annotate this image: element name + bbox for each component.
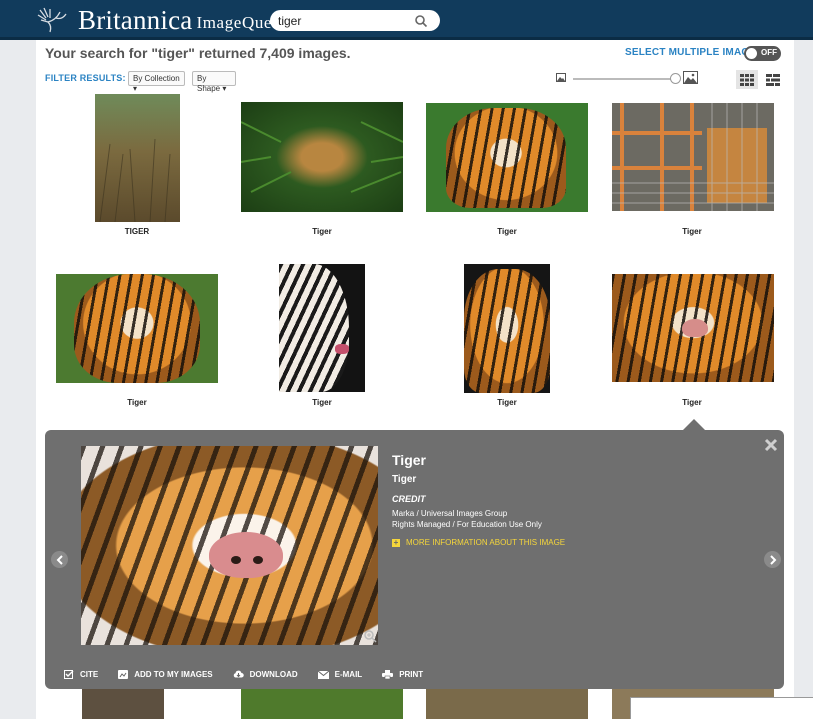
select-multiple-label[interactable]: SELECT MULTIPLE IMAGES bbox=[625, 47, 763, 58]
results-title: Your search for "tiger" returned 7,409 i… bbox=[45, 45, 351, 61]
cite-label: CITE bbox=[80, 670, 99, 679]
overlay-subtitle: Tiger bbox=[392, 474, 417, 485]
chevron-right-icon bbox=[769, 554, 776, 565]
mosaic-icon bbox=[766, 73, 780, 86]
chevron-left-icon bbox=[56, 554, 63, 565]
download-button[interactable]: DOWNLOAD bbox=[233, 670, 298, 679]
search-box bbox=[270, 10, 440, 31]
site-header: Britannica ImageQuest TM bbox=[0, 0, 813, 40]
image-actions-bar: CITE ADD TO MY IMAGES DOWNLOAD E-MAIL PR… bbox=[64, 670, 443, 679]
large-image-icon[interactable] bbox=[683, 71, 698, 84]
thistle-logo-icon bbox=[37, 7, 67, 33]
logo-text: Britannica bbox=[78, 4, 193, 35]
print-button[interactable]: PRINT bbox=[382, 670, 423, 679]
image-detail-overlay: Tiger Tiger CREDIT Marka / Universal Ima… bbox=[45, 430, 784, 689]
more-info-link[interactable]: + MORE INFORMATION ABOUT THIS IMAGE bbox=[392, 538, 565, 547]
toggle-knob bbox=[746, 48, 757, 59]
thumbnail-label: Tiger bbox=[682, 227, 702, 236]
add-to-my-images-label: ADD TO MY IMAGES bbox=[134, 670, 213, 679]
thumbnail-2[interactable] bbox=[241, 102, 403, 212]
small-image-icon[interactable] bbox=[556, 73, 566, 82]
overlay-pointer bbox=[683, 419, 705, 430]
mosaic-view-button[interactable] bbox=[762, 70, 784, 89]
previous-image-button[interactable] bbox=[51, 551, 68, 568]
zoom-slider-track[interactable] bbox=[573, 78, 678, 80]
thumbnail-label: TIGER bbox=[124, 227, 150, 236]
selected-image-preview[interactable] bbox=[81, 446, 378, 645]
email-label: E-MAIL bbox=[334, 670, 363, 679]
thumbnail-row3-2[interactable] bbox=[241, 689, 403, 719]
thumbnail-label: Tiger bbox=[497, 227, 517, 236]
cite-button[interactable]: CITE bbox=[64, 670, 98, 679]
next-image-button[interactable] bbox=[764, 551, 781, 568]
credit-label: CREDIT bbox=[392, 494, 426, 504]
thumbnail-6[interactable] bbox=[279, 264, 365, 392]
magnify-icon[interactable] bbox=[363, 629, 377, 643]
credit-source: Marka / Universal Images Group bbox=[392, 509, 508, 518]
bottom-corner-panel bbox=[630, 697, 813, 719]
add-to-my-images-button[interactable]: ADD TO MY IMAGES bbox=[118, 670, 213, 679]
thumbnail-row3-3[interactable] bbox=[426, 689, 588, 719]
select-multiple-toggle[interactable]: OFF bbox=[744, 46, 781, 61]
image-add-icon bbox=[118, 670, 129, 679]
rights-info: Rights Managed / For Education Use Only bbox=[392, 520, 542, 529]
thumbnail-1[interactable] bbox=[95, 94, 180, 222]
thumbnail-7[interactable] bbox=[464, 264, 550, 393]
thumbnail-label: Tiger bbox=[312, 227, 332, 236]
thumbnail-row3-1[interactable] bbox=[82, 689, 164, 719]
thumbnail-label: Tiger bbox=[682, 398, 702, 407]
close-icon[interactable] bbox=[764, 438, 778, 452]
search-input[interactable] bbox=[270, 13, 410, 28]
printer-icon bbox=[382, 670, 394, 679]
download-label: DOWNLOAD bbox=[249, 670, 298, 679]
search-icon[interactable] bbox=[414, 14, 428, 28]
plus-icon: + bbox=[392, 537, 400, 547]
thumbnail-label: Tiger bbox=[127, 398, 147, 407]
thumbnail-5[interactable] bbox=[56, 274, 218, 383]
thumbnail-4[interactable] bbox=[612, 103, 774, 211]
zoom-slider-handle[interactable] bbox=[670, 73, 681, 84]
grid-icon bbox=[740, 73, 754, 86]
more-info-label: MORE INFORMATION ABOUT THIS IMAGE bbox=[406, 538, 566, 547]
overlay-title: Tiger bbox=[392, 452, 426, 468]
print-label: PRINT bbox=[399, 670, 424, 679]
britannica-logo[interactable]: Britannica ImageQuest TM bbox=[36, 4, 296, 35]
checkbox-icon bbox=[64, 670, 74, 679]
by-shape-dropdown[interactable]: By Shape ▾ bbox=[192, 71, 236, 93]
thumbnail-8[interactable] bbox=[612, 274, 774, 382]
filter-results-label: FILTER RESULTS: bbox=[45, 73, 126, 83]
by-collection-dropdown[interactable]: By Collection ▾ bbox=[128, 71, 185, 93]
thumbnail-label: Tiger bbox=[497, 398, 517, 407]
email-button[interactable]: E-MAIL bbox=[317, 670, 363, 679]
grid-view-button[interactable] bbox=[736, 70, 758, 89]
toggle-label: OFF bbox=[761, 48, 777, 57]
cloud-download-icon bbox=[233, 670, 244, 678]
envelope-icon bbox=[317, 670, 329, 679]
thumbnail-3[interactable] bbox=[426, 103, 588, 212]
thumbnail-label: Tiger bbox=[312, 398, 332, 407]
